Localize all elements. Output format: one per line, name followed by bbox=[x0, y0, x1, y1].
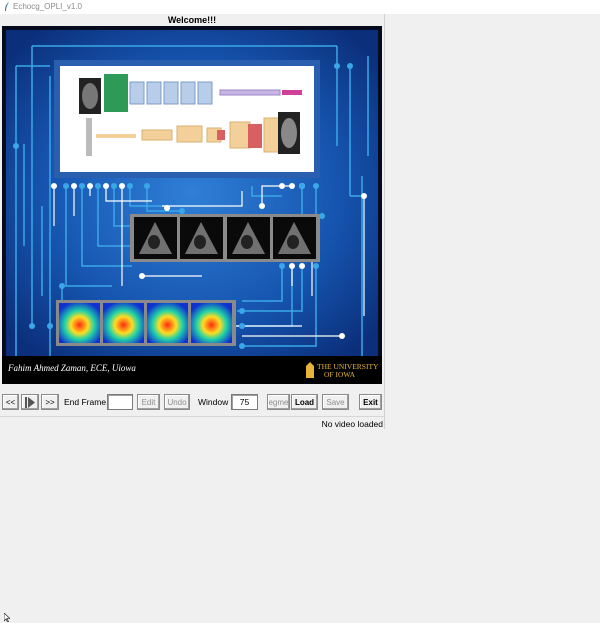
save-button[interactable]: Save bbox=[322, 394, 349, 410]
undo-button[interactable]: Undo bbox=[164, 394, 190, 410]
window-input[interactable]: 75 bbox=[231, 394, 258, 410]
logo-line-2: OF IOWA bbox=[324, 370, 356, 379]
welcome-heading: Welcome!!! bbox=[167, 15, 217, 25]
banner-credit: Fahim Ahmed Zaman, ECE, Uiowa bbox=[7, 363, 136, 373]
play-button[interactable] bbox=[21, 394, 39, 410]
segment-button[interactable]: egme bbox=[267, 394, 290, 410]
window-title: Echocg_OPLI_v1.0 bbox=[13, 2, 82, 11]
status-text: No video loaded bbox=[321, 419, 383, 429]
load-button[interactable]: Load bbox=[291, 394, 318, 410]
status-bar: No video loaded bbox=[0, 416, 384, 429]
feather-icon bbox=[5, 2, 9, 11]
end-frame-label: End Frame bbox=[64, 397, 107, 407]
edit-button[interactable]: Edit bbox=[137, 394, 160, 410]
banner-image: Fahim Ahmed Zaman, ECE, Uiowa THE UNIVER… bbox=[2, 26, 382, 384]
rewind-button[interactable]: << bbox=[2, 394, 19, 410]
exit-button[interactable]: Exit bbox=[359, 394, 382, 410]
window-titlebar: Echocg_OPLI_v1.0 bbox=[0, 0, 600, 14]
end-frame-input[interactable] bbox=[107, 394, 133, 410]
play-icon bbox=[25, 397, 35, 408]
forward-button[interactable]: >> bbox=[41, 394, 59, 410]
mouse-cursor-icon bbox=[4, 613, 10, 622]
window-label: Window bbox=[198, 397, 229, 407]
